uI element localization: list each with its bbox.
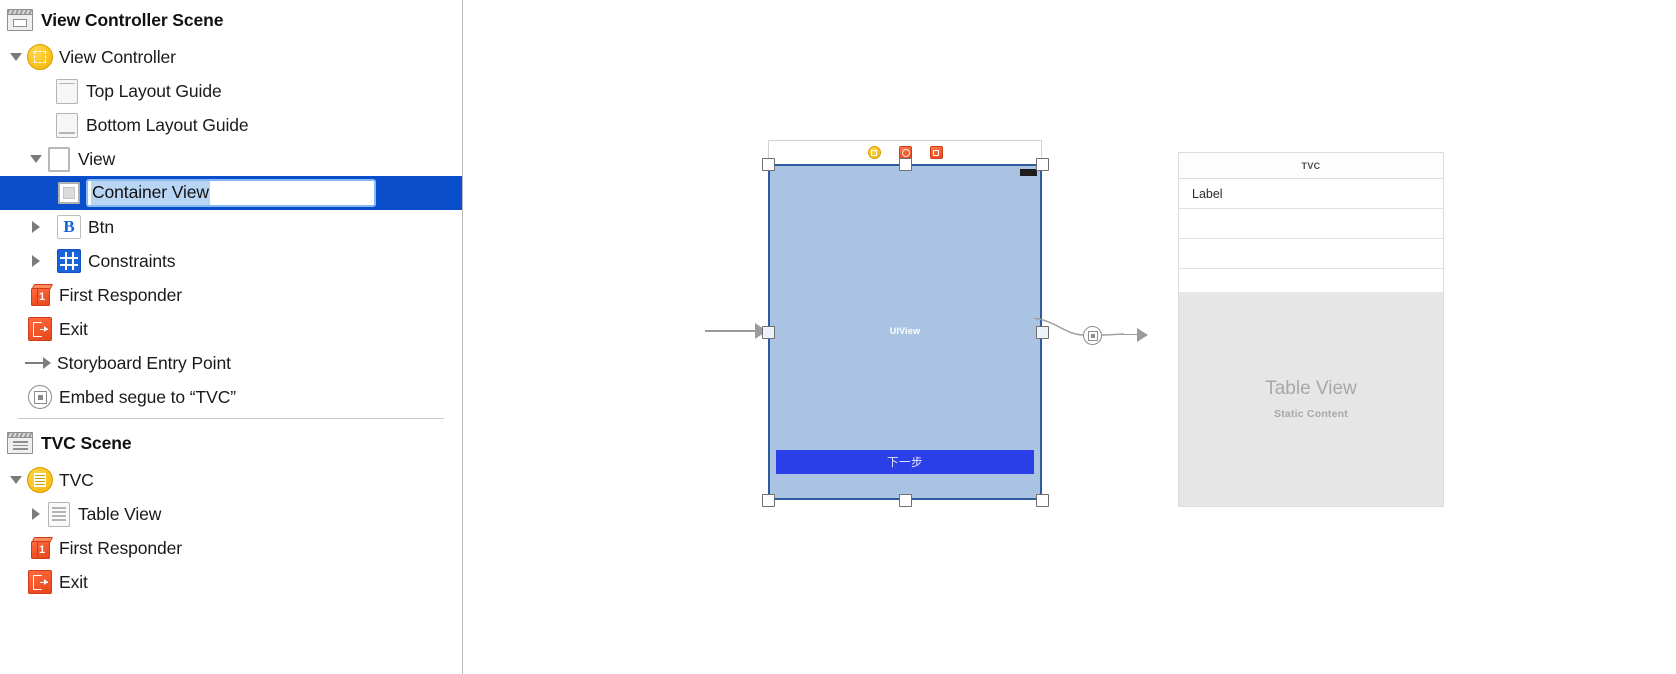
table-view-controller-icon [26, 467, 54, 493]
tvc-nav-title: TVC [1301, 160, 1321, 171]
chevron-down-icon[interactable] [6, 40, 26, 74]
segue-icon [26, 385, 54, 409]
scene-clapper-icon [6, 9, 34, 31]
selection-handle-top-left[interactable] [761, 157, 775, 171]
selection-handle-mid-left[interactable] [761, 325, 775, 339]
table-row[interactable] [1179, 209, 1443, 239]
outline-row-container-view[interactable]: Container View [0, 176, 462, 210]
outline-row-label: First Responder [59, 537, 182, 558]
exit-icon [26, 570, 54, 594]
outline-row-tvc[interactable]: TVC [0, 463, 462, 497]
storyboard-canvas[interactable]: UIView 下一步 TVC Label Table View Static C… [463, 0, 1676, 674]
table-row[interactable]: Label [1179, 179, 1443, 209]
table-view-placeholder: Table View Static Content [1179, 292, 1443, 506]
uiview-label: UIView [889, 326, 921, 336]
table-row[interactable] [1179, 239, 1443, 269]
selection-handle-top-center[interactable] [898, 157, 912, 171]
document-outline-sidebar[interactable]: View Controller Scene View Controller To… [0, 0, 463, 674]
tvc-navigation-bar: TVC [1178, 152, 1444, 179]
scene-divider [18, 418, 444, 419]
outline-row-btn[interactable]: B Btn [0, 210, 462, 244]
segue-curve [1033, 318, 1125, 336]
embed-segue-badge-icon[interactable] [1083, 326, 1102, 345]
canvas-tvc-scene[interactable]: TVC Label Table View Static Content [1178, 152, 1444, 507]
outline-row-first-responder[interactable]: 1 First Responder [0, 278, 462, 312]
chevron-right-icon[interactable] [26, 244, 46, 278]
outline-row-label: Table View [78, 503, 162, 524]
outline-row-storyboard-entry-point[interactable]: Storyboard Entry Point [0, 346, 462, 380]
outline-row-first-responder[interactable]: 1 First Responder [0, 531, 462, 565]
outline-row-embed-segue[interactable]: Embed segue to “TVC” [0, 380, 462, 414]
chevron-down-icon[interactable] [26, 142, 46, 176]
scene-clapper-icon [6, 432, 34, 454]
exit-icon [26, 317, 54, 341]
outline-row-label: TVC [59, 469, 94, 490]
view-controller-dock-icon[interactable] [867, 146, 881, 159]
selection-handle-bottom-left[interactable] [761, 493, 775, 507]
chevron-down-icon[interactable] [6, 463, 26, 497]
outline-row-constraints[interactable]: Constraints [0, 244, 462, 278]
embed-segue-connector[interactable] [1028, 318, 1178, 378]
button-icon: B [56, 215, 82, 239]
chevron-right-icon[interactable] [26, 210, 46, 244]
xcode-interface-builder-window: View Controller Scene View Controller To… [0, 0, 1676, 674]
cell-label: Label [1192, 186, 1223, 201]
table-view-icon [46, 501, 72, 527]
chevron-right-icon[interactable] [26, 497, 46, 531]
outline-row-label: Top Layout Guide [86, 80, 222, 101]
outline-row-label: View Controller [59, 46, 176, 67]
outline-row-label: Storyboard Entry Point [57, 352, 231, 373]
first-responder-icon: 1 [26, 536, 54, 561]
outline-row-exit[interactable]: Exit [0, 565, 462, 599]
exit-dock-icon[interactable] [929, 146, 943, 159]
outline-row-label: Exit [59, 571, 88, 592]
outline-row-top-layout-guide[interactable]: Top Layout Guide [0, 74, 462, 108]
outline-row-label: View [78, 148, 116, 169]
rename-input[interactable]: Container View [86, 179, 376, 207]
outline-row-view-controller[interactable]: View Controller [0, 40, 462, 74]
storyboard-entry-arrow-icon [705, 323, 767, 339]
outline-row-table-view[interactable]: Table View [0, 497, 462, 531]
outline-row-view[interactable]: View [0, 142, 462, 176]
outline-row-bottom-layout-guide[interactable]: Bottom Layout Guide [0, 108, 462, 142]
outline-row-label: Exit [59, 318, 88, 339]
resize-marker [1020, 169, 1037, 176]
entry-point-arrow-icon [22, 351, 54, 375]
selection-handle-top-right[interactable] [1035, 157, 1049, 171]
outline-row-label: First Responder [59, 284, 182, 305]
scene-title: TVC Scene [41, 432, 132, 453]
top-layout-guide-icon [54, 78, 80, 104]
selection-handle-bottom-center[interactable] [898, 493, 912, 507]
container-view-icon [56, 182, 82, 204]
view-controller-icon [26, 44, 54, 70]
constraints-icon [56, 249, 82, 273]
first-responder-icon: 1 [26, 283, 54, 308]
outline-row-label: Embed segue to “TVC” [59, 386, 236, 407]
outline-row-label: Constraints [88, 250, 176, 271]
scene-header-view-controller-scene[interactable]: View Controller Scene [0, 0, 462, 40]
canvas-view-controller-scene[interactable]: UIView 下一步 [761, 140, 1049, 507]
tvc-table-view[interactable]: Label Table View Static Content [1178, 179, 1444, 507]
placeholder-title: Table View [1265, 378, 1357, 399]
scene-title: View Controller Scene [41, 9, 224, 30]
bottom-layout-guide-icon [54, 112, 80, 138]
selection-handle-bottom-right[interactable] [1035, 493, 1049, 507]
outline-row-label: Btn [88, 216, 114, 237]
outline-row-label: Bottom Layout Guide [86, 114, 249, 135]
rename-input-value: Container View [91, 181, 210, 205]
view-icon [46, 146, 72, 172]
placeholder-subtitle: Static Content [1274, 408, 1348, 420]
scene-header-tvc-scene[interactable]: TVC Scene [0, 423, 462, 463]
canvas-root-uiview[interactable]: UIView 下一步 [768, 164, 1042, 500]
outline-row-exit[interactable]: Exit [0, 312, 462, 346]
next-step-button[interactable]: 下一步 [776, 450, 1034, 474]
